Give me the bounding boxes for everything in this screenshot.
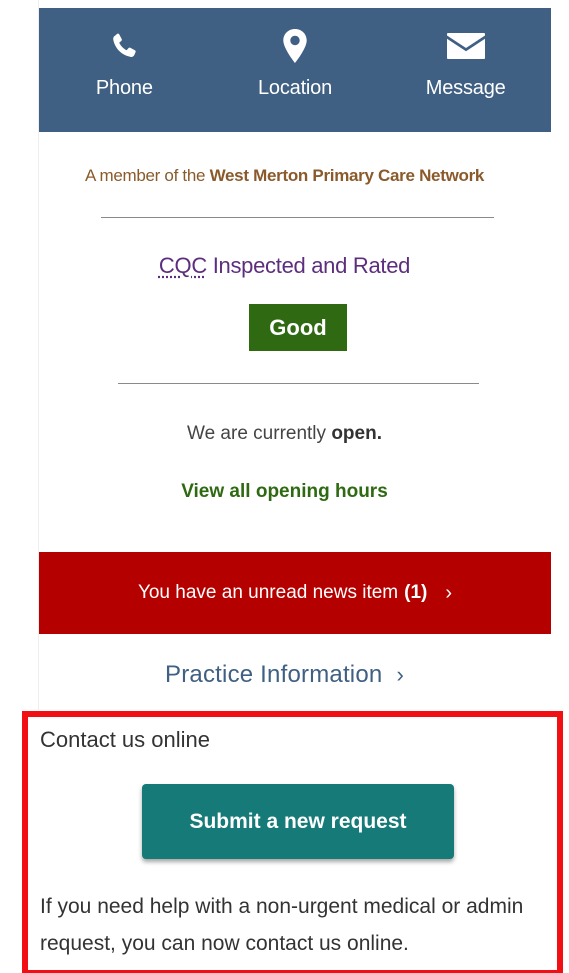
news-count: (1) <box>404 582 428 603</box>
location-label: Location <box>258 77 333 99</box>
online-contact-help-text: If you need help with a non-urgent medic… <box>40 895 524 955</box>
phone-label: Phone <box>95 77 153 99</box>
envelope-icon <box>446 28 486 64</box>
divider-top <box>101 217 494 218</box>
page: Phone Location Message A member of the W… <box>0 0 569 973</box>
unread-news-banner[interactable]: You have an unread news item (1) › <box>39 552 551 634</box>
cqc-rating-badge: Good <box>249 304 347 351</box>
message-link[interactable]: Message <box>380 8 551 132</box>
network-link[interactable]: West Merton Primary Care Network <box>210 166 485 185</box>
location-link[interactable]: Location <box>210 8 381 132</box>
chevron-right-icon: › <box>445 581 453 604</box>
opening-hours-link[interactable]: View all opening hours <box>0 481 569 503</box>
news-banner-text: You have an unread news item <box>137 582 399 603</box>
opening-status-value: open. <box>331 423 382 444</box>
opening-status-prefix: We are currently <box>187 423 332 444</box>
membership-prefix: A member of the <box>84 166 210 185</box>
opening-status: We are currently open. <box>0 423 569 445</box>
cqc-heading: CQC Inspected and Rated <box>0 253 569 279</box>
practice-information-label: Practice Information <box>165 661 383 688</box>
cqc-abbreviation[interactable]: CQC <box>159 253 207 278</box>
cqc-heading-rest: Inspected and Rated <box>206 253 411 278</box>
chevron-right-icon: › <box>396 662 404 687</box>
contact-bar: Phone Location Message <box>39 8 551 132</box>
message-label: Message <box>425 77 506 99</box>
phone-icon <box>104 28 144 64</box>
phone-link[interactable]: Phone <box>39 8 210 132</box>
map-pin-icon <box>275 28 315 64</box>
practice-information-link[interactable]: Practice Information › <box>0 661 569 689</box>
contact-online-heading: Contact us online <box>40 727 210 752</box>
submit-request-button[interactable]: Submit a new request <box>142 784 454 859</box>
divider-bottom <box>118 383 479 384</box>
network-membership: A member of the West Merton Primary Care… <box>0 166 569 186</box>
